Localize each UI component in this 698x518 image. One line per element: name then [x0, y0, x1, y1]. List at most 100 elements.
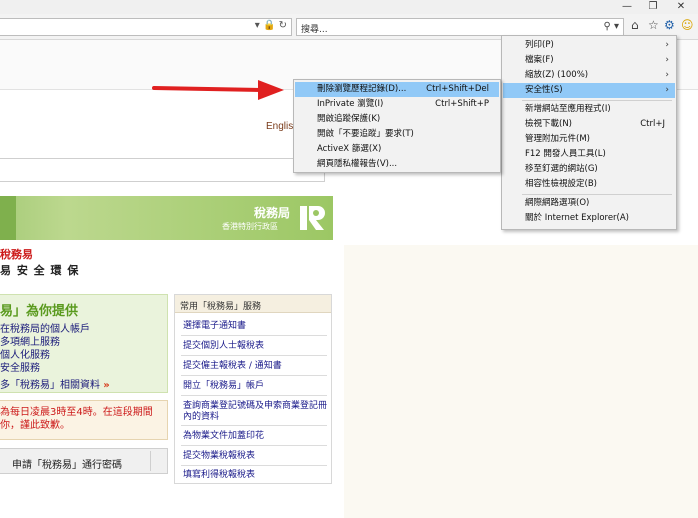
menu-item-print[interactable]: 列印(P) › — [503, 38, 675, 53]
chevron-right-icon: › — [665, 55, 669, 65]
annotation-arrow-icon — [152, 80, 284, 100]
menu-item-tracking-protection[interactable]: 開啟追蹤保護(K) — [295, 112, 499, 127]
divider — [181, 445, 327, 446]
service-link[interactable]: 提交個別人士報稅表 — [183, 341, 327, 352]
chevron-right-icon: › — [665, 40, 669, 50]
promo-more-label: 多「稅務易」相關資料 — [0, 380, 100, 391]
safety-submenu: 刪除瀏覽歷程記錄(D)... Ctrl+Shift+Del InPrivate 瀏… — [293, 79, 501, 173]
menu-item-label: ActiveX 篩選(X) — [317, 144, 382, 154]
menu-item-label: 關於 Internet Explorer(A) — [525, 213, 629, 223]
service-link[interactable]: 為物業文件加蓋印花 — [183, 431, 327, 442]
service-link[interactable]: 填寫利得稅報稅表 — [183, 470, 327, 481]
service-link[interactable]: 開立「稅務易」帳戶 — [183, 381, 327, 392]
menu-item-internet-options[interactable]: 網際網路選項(O) — [503, 196, 675, 211]
lock-icon[interactable]: 🔒 — [263, 20, 275, 31]
divider — [181, 355, 327, 356]
menu-item-file[interactable]: 檔案(F) › — [503, 53, 675, 68]
banner-decoration — [0, 196, 16, 240]
menu-item-add-site-to-apps[interactable]: 新增網站至應用程式(I) — [503, 102, 675, 117]
divider — [181, 395, 327, 396]
service-link[interactable]: 選擇電子通知書 — [183, 321, 327, 332]
double-chevron-icon: » — [103, 380, 110, 391]
services-title: 常用「稅務易」服務 — [180, 302, 262, 312]
menu-item-label: 安全性(S) — [525, 85, 563, 95]
menu-item-compat-view[interactable]: 相容性檢視設定(B) — [503, 177, 675, 192]
button-divider — [150, 451, 151, 471]
menu-separator — [522, 100, 672, 101]
menu-item-label: 管理附加元件(M) — [525, 134, 590, 144]
menu-item-shortcut: Ctrl+Shift+Del — [426, 84, 489, 94]
chevron-right-icon: › — [665, 85, 669, 95]
menu-item-label: 檔案(F) — [525, 55, 554, 65]
minimize-button[interactable]: — — [618, 1, 636, 13]
divider — [181, 375, 327, 376]
menu-item-label: 相容性檢視設定(B) — [525, 179, 597, 189]
menu-item-privacy-report[interactable]: 網頁隱私權報告(V)... — [295, 157, 499, 172]
brand-title: 稅務易 — [0, 248, 33, 261]
menu-item-label: 網際網路選項(O) — [525, 198, 590, 208]
services-header: 常用「稅務易」服務 — [175, 295, 331, 313]
menu-item-label: 移至釘選的網站(G) — [525, 164, 598, 174]
banner-subtitle: 香港特別行政區 — [222, 222, 278, 231]
service-link[interactable]: 查詢商業登記號碼及申索商業登記冊內的資料 — [183, 401, 327, 423]
menu-item-view-downloads[interactable]: 檢視下載(N) Ctrl+J — [503, 117, 675, 132]
search-dropdown-icon[interactable]: ▾ — [614, 21, 619, 32]
apply-password-button[interactable]: 申請「稅務易」通行密碼 — [0, 448, 168, 474]
english-link[interactable]: Englis — [266, 121, 293, 132]
divider — [181, 425, 327, 426]
menu-item-zoom[interactable]: 縮放(Z) (100%) › — [503, 68, 675, 83]
menu-item-pinned-sites[interactable]: 移至釘選的網站(G) — [503, 162, 675, 177]
menu-item-inprivate[interactable]: InPrivate 瀏覽(I) Ctrl+Shift+P — [295, 97, 499, 112]
apply-password-label: 申請「稅務易」通行密碼 — [12, 460, 122, 471]
address-input[interactable]: ▾ 🔒 ↻ — [0, 18, 292, 36]
menu-item-shortcut: Ctrl+Shift+P — [435, 99, 489, 109]
restore-button[interactable]: ❐ — [644, 1, 662, 13]
menu-item-label: F12 開發人員工具(L) — [525, 149, 606, 159]
menu-item-about-ie[interactable]: 關於 Internet Explorer(A) — [503, 211, 675, 226]
menu-item-label: 刪除瀏覽歷程記錄(D)... — [317, 84, 407, 94]
menu-item-label: 列印(P) — [525, 40, 554, 50]
divider — [181, 465, 327, 466]
menu-item-delete-browsing-history[interactable]: 刪除瀏覽歷程記錄(D)... Ctrl+Shift+Del — [295, 82, 499, 97]
brand-tagline: 易 安 全 環 保 — [0, 264, 80, 277]
menu-item-label: InPrivate 瀏覽(I) — [317, 99, 384, 109]
chevron-right-icon: › — [665, 70, 669, 80]
menu-item-label: 檢視下載(N) — [525, 119, 572, 129]
banner-title: 稅務局 — [254, 206, 291, 220]
promo-more-link[interactable]: 多「稅務易」相關資料 » — [0, 376, 110, 391]
menu-item-label: 開啟追蹤保護(K) — [317, 114, 381, 124]
menu-item-label: 網頁隱私權報告(V)... — [317, 159, 398, 169]
menu-item-manage-addons[interactable]: 管理附加元件(M) — [503, 132, 675, 147]
common-services-panel: 常用「稅務易」服務 選擇電子通知書 提交個別人士報稅表 提交僱主報稅表 / 通知… — [174, 294, 332, 484]
dropdown-icon[interactable]: ▾ — [255, 20, 260, 31]
menu-item-do-not-track[interactable]: 開啟「不要追蹤」要求(T) — [295, 127, 499, 142]
search-placeholder: 搜尋... — [301, 25, 328, 35]
favorites-star-icon[interactable]: ☆ — [648, 18, 659, 32]
menu-item-shortcut: Ctrl+J — [640, 119, 665, 129]
ird-logo-icon — [300, 206, 325, 230]
menu-separator — [522, 194, 672, 195]
window-titlebar: — ❐ ✕ — [0, 0, 698, 14]
menu-item-label: 縮放(Z) (100%) — [525, 70, 589, 80]
close-button[interactable]: ✕ — [672, 1, 690, 13]
service-link[interactable]: 提交物業稅報稅表 — [183, 451, 327, 462]
search-input[interactable]: 搜尋... ⚲ ▾ — [296, 18, 624, 36]
menu-item-activex-filtering[interactable]: ActiveX 篩選(X) — [295, 142, 499, 157]
service-link[interactable]: 提交僱主報稅表 / 通知書 — [183, 361, 327, 372]
menu-item-label: 新增網站至應用程式(I) — [525, 104, 611, 114]
refresh-icon[interactable]: ↻ — [279, 20, 287, 31]
maintenance-notice: 為每日凌晨3時至4時。在這段期間你，謹此致歉。 — [0, 407, 153, 431]
right-content-area — [344, 245, 698, 518]
home-icon[interactable]: ⌂ — [631, 18, 639, 32]
smiley-icon[interactable]: ☺ — [681, 18, 694, 32]
menu-item-safety[interactable]: 安全性(S) › — [503, 83, 675, 98]
menu-item-f12-dev-tools[interactable]: F12 開發人員工具(L) — [503, 147, 675, 162]
menu-item-label: 開啟「不要追蹤」要求(T) — [317, 129, 414, 139]
top-navigation-bar — [0, 158, 325, 182]
divider — [181, 335, 327, 336]
tools-menu: 列印(P) › 檔案(F) › 縮放(Z) (100%) › 安全性(S) › 新增網站… — [501, 35, 677, 230]
search-icon[interactable]: ⚲ — [603, 21, 610, 32]
ird-banner: 稅務局 香港特別行政區 — [0, 196, 333, 240]
tools-gear-icon[interactable]: ⚙ — [664, 18, 675, 32]
promo-line: 安全服務 — [0, 363, 40, 374]
